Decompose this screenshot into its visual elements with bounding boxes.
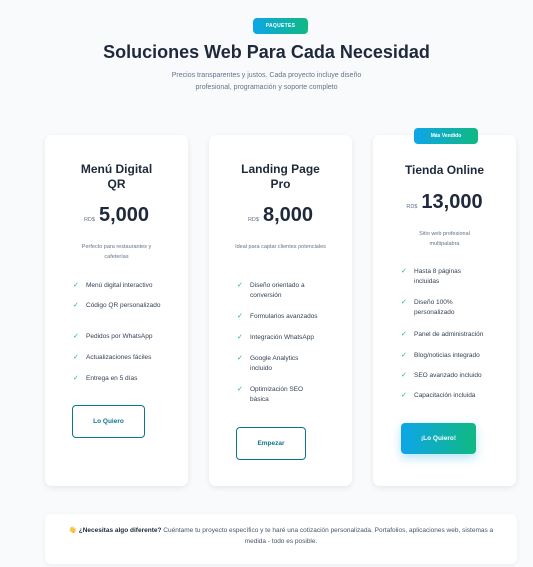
feature-item: ✓ Panel de administración [401, 330, 483, 340]
feature-item: ✓ Diseño 100% personalizado [401, 298, 477, 317]
feature-item: ✓ SEO avanzado incluido [401, 371, 482, 381]
feature-label: Entrega en 5 días [86, 375, 138, 382]
plan-description: Ideal para captar clientes potenciales [235, 244, 326, 250]
plan-price: RD$ 5,000 [45, 204, 188, 227]
feature-item: ✓ Actualizaciones fáciles [73, 353, 151, 363]
check-icon: ✓ [73, 375, 79, 382]
feature-label: Optimización SEO básica [250, 386, 304, 403]
check-icon: ✓ [237, 282, 243, 289]
check-icon: ✓ [401, 331, 407, 338]
feature-label: Diseño 100% personalizado [414, 299, 455, 316]
feature-item: ✓ Hasta 8 páginas incluidas [401, 267, 481, 286]
plan-price: RD$ 13,000 [373, 191, 516, 214]
feature-label: Actualizaciones fáciles [86, 354, 152, 361]
check-icon: ✓ [73, 354, 79, 361]
note-text: Cuéntame tu proyecto específico y te har… [163, 527, 494, 545]
lo-quiero-button[interactable]: Lo Quiero [72, 405, 145, 438]
note-question: ¿Necesitas algo diferente? [78, 527, 162, 534]
pricing-card-landing-page: Landing Page Pro RD$ 8,000 Ideal para ca… [209, 135, 352, 486]
section-badge: PAQUETES [253, 18, 308, 34]
price-currency: RD$ [83, 217, 95, 223]
feature-label: Formularios avanzados [250, 313, 318, 320]
feature-item: ✓ Capacitación incluida [401, 391, 475, 401]
feature-item: ✓ Blog/noticias integrado [401, 351, 480, 361]
feature-item: ✓ Optimización SEO básica [237, 385, 322, 404]
check-icon: ✓ [73, 333, 79, 340]
section-title: Soluciones Web Para Cada Necesidad [103, 42, 430, 62]
price-amount: 8,000 [262, 204, 314, 226]
check-icon: ✓ [401, 392, 407, 399]
feature-label: Menú digital interactivo [86, 282, 153, 289]
feature-label: Hasta 8 páginas incluidas [414, 268, 461, 285]
plan-name: Tienda Online [404, 163, 485, 177]
feature-item: ✓ Diseño orientado a conversión [237, 281, 329, 300]
feature-label: Capacitación incluida [414, 392, 476, 399]
feature-label: Pedidos por WhatsApp [86, 333, 153, 340]
feature-item: ✓ Código QR personalizado [73, 301, 163, 311]
feature-label: Integración WhatsApp [250, 334, 314, 341]
check-icon: ✓ [401, 268, 407, 275]
check-icon: ✓ [401, 299, 407, 306]
feature-label: Blog/noticias integrado [414, 352, 480, 359]
plan-price: RD$ 8,000 [209, 204, 352, 227]
price-currency: RD$ [247, 217, 259, 223]
waving-hand-icon: 👋 [68, 527, 77, 534]
feature-item: ✓ Menú digital interactivo [73, 281, 152, 291]
check-icon: ✓ [237, 386, 243, 393]
best-seller-badge: Más Vendido [414, 128, 478, 144]
feature-item: ✓ Formularios avanzados [237, 312, 318, 322]
check-icon: ✓ [237, 355, 243, 362]
price-currency: RD$ [406, 204, 418, 210]
pricing-card-tienda-online: Más Vendido Tienda Online RD$ 13,000 Sit… [373, 128, 516, 486]
feature-item: ✓ Entrega en 5 días [73, 374, 137, 384]
price-amount: 13,000 [421, 191, 483, 213]
feature-item: ✓ Google Analytics incluido [237, 354, 322, 373]
feature-item: ✓ Integración WhatsApp [237, 333, 314, 343]
check-icon: ✓ [401, 372, 407, 379]
check-icon: ✓ [73, 302, 79, 309]
plan-description: Sitio web profesional multipalabra [419, 231, 470, 247]
check-icon: ✓ [237, 313, 243, 320]
lo-quiero-cta-button[interactable]: ¡Lo Quiero! [401, 423, 476, 454]
pricing-card-menu-digital: Menú Digital QR RD$ 5,000 Perfecto para … [45, 135, 188, 486]
empezar-button[interactable]: Empezar [236, 427, 306, 460]
feature-item: ✓ Pedidos por WhatsApp [73, 332, 152, 342]
feature-label: Código QR personalizado [86, 302, 161, 309]
plan-name: Landing Page Pro [241, 162, 320, 191]
check-icon: ✓ [73, 282, 79, 289]
plan-name: Menú Digital QR [80, 162, 153, 191]
section-subtitle: Precios transparentes y justos. Cada pro… [171, 72, 362, 91]
feature-label: Panel de administración [414, 331, 484, 338]
check-icon: ✓ [237, 334, 243, 341]
feature-label: Google Analytics incluido [250, 355, 299, 372]
feature-label: SEO avanzado incluido [414, 372, 482, 379]
custom-project-note: 👋 ¿Necesitas algo diferente? Cuéntame tu… [45, 514, 517, 564]
price-amount: 5,000 [98, 204, 150, 226]
check-icon: ✓ [401, 352, 407, 359]
plan-description: Perfecto para restaurantes y cafeterías [81, 244, 152, 260]
feature-label: Diseño orientado a conversión [250, 282, 305, 299]
